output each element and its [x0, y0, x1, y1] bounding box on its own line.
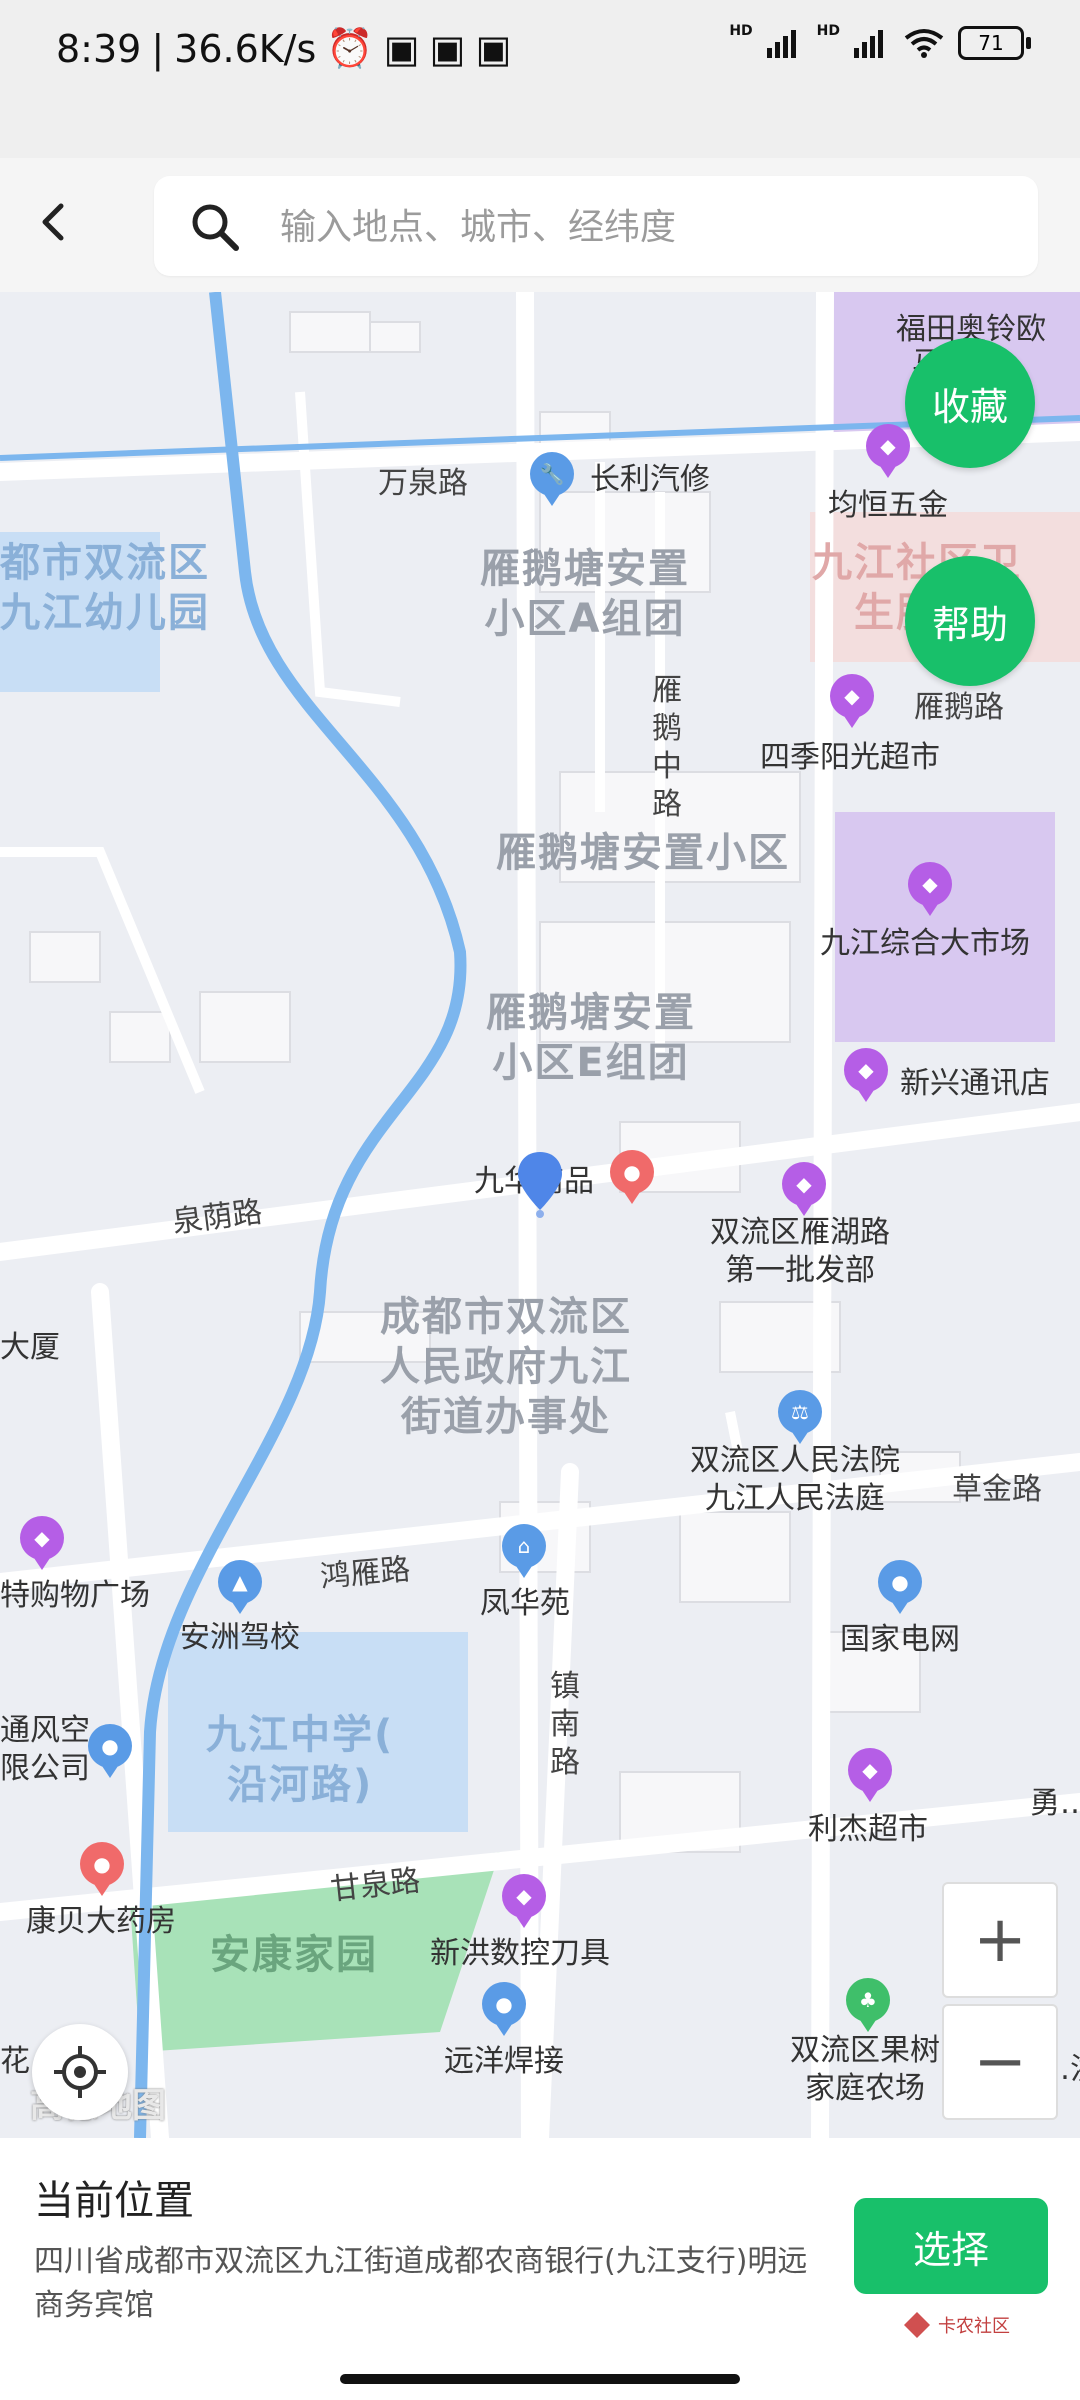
road-label: 草金路 [952, 1472, 1042, 1507]
select-button[interactable]: 选择 [854, 2198, 1048, 2294]
watermark-text: 卡农社区 [938, 2316, 1010, 2337]
poi-label: 凤华苑 [480, 1586, 570, 1621]
status-separator: | [151, 26, 165, 71]
battery-icon: 71 [958, 26, 1031, 60]
home-pin-icon[interactable]: ⌂ [502, 1524, 546, 1578]
shopping-pin-icon[interactable]: ◆ [20, 1516, 64, 1570]
location-marker-icon[interactable] [514, 1150, 566, 1220]
top-spacer [0, 104, 1080, 158]
location-pin-icon[interactable]: ● [88, 1724, 132, 1778]
area-label: 雁鹅塘安置 小区E组团 [486, 990, 696, 1086]
poi-label: 大厦 [0, 1330, 60, 1365]
back-button[interactable] [30, 198, 78, 246]
panel-title: 当前位置 [34, 2178, 194, 2224]
help-button[interactable]: 帮助 [905, 556, 1035, 686]
wifi-icon [904, 29, 944, 58]
current-location-panel: 当前位置 四川省成都市双流区九江街道成都农商银行(九江支行)明远商务宾馆 选择 … [0, 2138, 1080, 2400]
status-left: 8:39 | 36.6K/s ⏰ ▣ ▣ ▣ [56, 26, 511, 71]
poi-label: 四季阳光超市 [760, 740, 940, 775]
poi-label: 长利汽修 [590, 462, 710, 497]
search-icon [192, 204, 239, 251]
shopping-pin-icon[interactable]: ◆ [866, 424, 910, 478]
poi-label: 新洪数控刀具 [430, 1936, 610, 1971]
road-label: 万泉路 [378, 466, 468, 501]
poi-label: 勇… [1030, 1786, 1080, 1821]
road-label: 鸿雁路 [318, 1552, 412, 1595]
court-pin-icon[interactable]: ⚖ [778, 1390, 822, 1444]
poi-label: 九江综合大市场 [820, 926, 1030, 961]
status-bar: 8:39 | 36.6K/s ⏰ ▣ ▣ ▣ HD HD 71 [0, 0, 1080, 104]
tag-pin-icon[interactable]: ● [80, 1842, 124, 1896]
signal-icon [766, 30, 796, 58]
area-label: 安康家园 [210, 1932, 378, 1978]
hd-label: HD [729, 23, 753, 39]
search-input[interactable] [278, 202, 1002, 252]
road-label: 甘泉路 [328, 1863, 422, 1908]
poi-label: 通风空 限公司 [0, 1713, 90, 1786]
poi-label: 双流区人民法院 九江人民法庭 [690, 1443, 900, 1516]
status-speed: 36.6K/s [174, 26, 317, 71]
poi-label: 特购物广场 [0, 1578, 150, 1613]
zoom-in-button[interactable]: + [942, 1882, 1058, 1998]
poi-label: 康贝大药房 [26, 1904, 176, 1939]
poi-label: 均恒五金 [828, 488, 948, 523]
shopping-pin-icon[interactable]: ◆ [848, 1748, 892, 1802]
road-label: 镇 南 路 [550, 1669, 580, 1780]
app-notification-icon: ▣ [429, 26, 466, 71]
area-label: 成都市双流区 人民政府九江 街道办事处 [380, 1294, 632, 1440]
poi-label: 双流区果树 家庭农场 [790, 2033, 940, 2106]
poi-label: 安洲驾校 [180, 1620, 300, 1655]
poi-label: 远洋焊接 [444, 2044, 564, 2079]
battery-level: 71 [978, 31, 1004, 55]
poi-label: 利杰超市 [808, 1812, 928, 1847]
search-box[interactable] [154, 176, 1038, 276]
status-right: HD HD 71 [729, 23, 1031, 60]
watermark-logo-icon [904, 2312, 930, 2338]
poi-label: 花 [0, 2044, 30, 2079]
road-label: 雁鹅路 [914, 690, 1004, 725]
chevron-left-icon [42, 203, 64, 241]
wrench-pin-icon[interactable]: 🔧 [530, 452, 574, 506]
map-view[interactable]: 福田奥铃欧 马…件 万泉路 🔧 长利汽修 ◆ 均恒五金 都市双流区 九江幼儿园 … [0, 292, 1080, 2138]
hd-label: HD [816, 23, 840, 39]
area-label: 雁鹅塘安置小区 [496, 830, 790, 876]
shopping-pin-icon[interactable]: ◆ [830, 674, 874, 728]
shopping-pin-icon[interactable]: ◆ [844, 1048, 888, 1102]
poi-label: 双流区雁湖路 第一批发部 [710, 1215, 890, 1288]
gesture-navigation-bar[interactable] [340, 2374, 740, 2384]
area-label: 九江中学( 沿河路) [206, 1712, 395, 1808]
location-address: 四川省成都市双流区九江街道成都农商银行(九江支行)明远商务宾馆 [34, 2244, 808, 2323]
zoom-controls: + − [942, 1882, 1058, 2120]
app-notification-icon: ▣ [475, 26, 512, 71]
watermark: 卡农社区 [902, 2310, 1010, 2340]
app-notification-icon: ▣ [383, 26, 420, 71]
shopping-pin-icon[interactable]: ◆ [908, 862, 952, 916]
road-label: 雁 鹅 中 路 [652, 673, 682, 822]
tree-pin-icon[interactable]: ♣ [846, 1978, 890, 2032]
area-label: 雁鹅塘安置 小区A组团 [480, 546, 690, 642]
search-bar [0, 158, 1080, 292]
location-pin-icon[interactable]: ● [482, 1982, 526, 2036]
area-label: 都市双流区 九江幼儿园 [0, 540, 210, 636]
zoom-out-button[interactable]: − [942, 2004, 1058, 2120]
shopping-pin-icon[interactable]: ◆ [782, 1162, 826, 1216]
car-pin-icon[interactable]: ▲ [218, 1560, 262, 1614]
poi-label: 国家电网 [840, 1622, 960, 1657]
locate-me-button[interactable] [32, 2024, 128, 2120]
tag-pin-icon[interactable]: ● [610, 1150, 654, 1204]
status-time: 8:39 [56, 26, 142, 71]
alarm-icon: ⏰ [326, 26, 374, 70]
favorite-button[interactable]: 收藏 [905, 338, 1035, 468]
signal-icon [854, 30, 883, 58]
poi-label: 新兴通讯店 [900, 1066, 1050, 1101]
location-pin-icon[interactable]: ● [878, 1560, 922, 1614]
crosshair-icon [54, 2046, 106, 2098]
shopping-pin-icon[interactable]: ◆ [502, 1874, 546, 1928]
